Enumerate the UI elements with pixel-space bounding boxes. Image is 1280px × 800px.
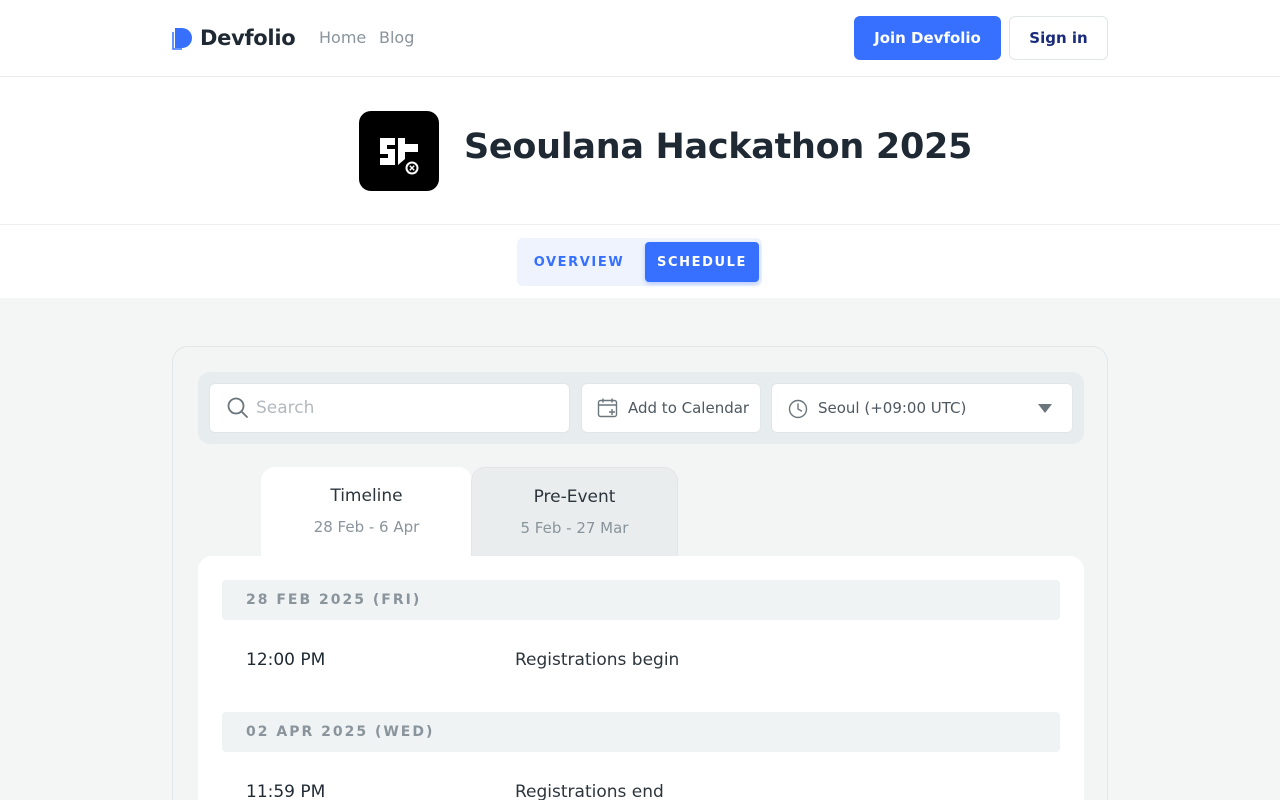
event-tabs-bar: OVERVIEW SCHEDULE: [0, 225, 1280, 298]
tab-schedule[interactable]: SCHEDULE: [645, 242, 759, 282]
calendar-add-icon: [597, 398, 618, 418]
day-date: 02 APR 2025 (WED): [246, 724, 435, 740]
clock-icon: [788, 399, 808, 419]
event-name: Registrations begin: [515, 650, 680, 670]
search-box[interactable]: [209, 383, 570, 433]
event-time: 11:59 PM: [246, 782, 326, 800]
tab-pre-event[interactable]: Pre-Event 5 Feb - 27 Mar: [471, 467, 678, 557]
event-time: 12:00 PM: [246, 650, 326, 670]
day-date: 28 FEB 2025 (FRI): [246, 592, 422, 608]
brand-name: Devfolio: [200, 26, 296, 50]
schedule-toolbar: Add to Calendar Seoul (+09:00 UTC): [198, 372, 1084, 444]
timezone-value: Seoul (+09:00 UTC): [818, 399, 967, 417]
seoulana-logo-icon: [359, 111, 439, 191]
day-header: 02 APR 2025 (WED): [222, 712, 1060, 752]
event-tabs: OVERVIEW SCHEDULE: [517, 238, 762, 286]
tab-timeline[interactable]: Timeline 28 Feb - 6 Apr: [261, 467, 472, 557]
devfolio-logo[interactable]: Devfolio: [172, 26, 296, 50]
seoulana-logo-mark: [380, 138, 419, 175]
top-navbar: Devfolio Home Blog Join Devfolio Sign in: [0, 0, 1280, 77]
join-devfolio-button[interactable]: Join Devfolio: [854, 16, 1001, 60]
search-input[interactable]: [256, 384, 556, 432]
event-name: Registrations end: [515, 782, 664, 800]
tab-overview[interactable]: OVERVIEW: [521, 242, 637, 282]
day-header: 28 FEB 2025 (FRI): [222, 580, 1060, 620]
nav-link-blog[interactable]: Blog: [379, 28, 414, 47]
devfolio-logo-icon: [172, 28, 192, 50]
tab-timeline-dates: 28 Feb - 6 Apr: [313, 518, 420, 536]
event-title: Seoulana Hackathon 2025: [464, 127, 973, 167]
tab-pre-event-title: Pre-Event: [533, 487, 616, 507]
tab-timeline-title: Timeline: [330, 486, 403, 506]
timeline-panel: 28 FEB 2025 (FRI) 12:00 PM Registrations…: [198, 556, 1084, 800]
add-to-calendar-button[interactable]: Add to Calendar: [581, 383, 761, 433]
add-to-calendar-label: Add to Calendar: [628, 399, 750, 417]
nav-link-home[interactable]: Home: [319, 28, 366, 47]
event-hero: Seoulana Hackathon 2025: [0, 77, 1280, 225]
sign-in-button[interactable]: Sign in: [1009, 16, 1108, 60]
timezone-select[interactable]: Seoul (+09:00 UTC): [771, 383, 1073, 433]
search-icon: [227, 397, 248, 418]
chevron-down-icon: [1038, 404, 1052, 413]
tab-pre-event-dates: 5 Feb - 27 Mar: [520, 519, 629, 537]
schedule-card: Add to Calendar Seoul (+09:00 UTC) Timel…: [172, 346, 1108, 800]
